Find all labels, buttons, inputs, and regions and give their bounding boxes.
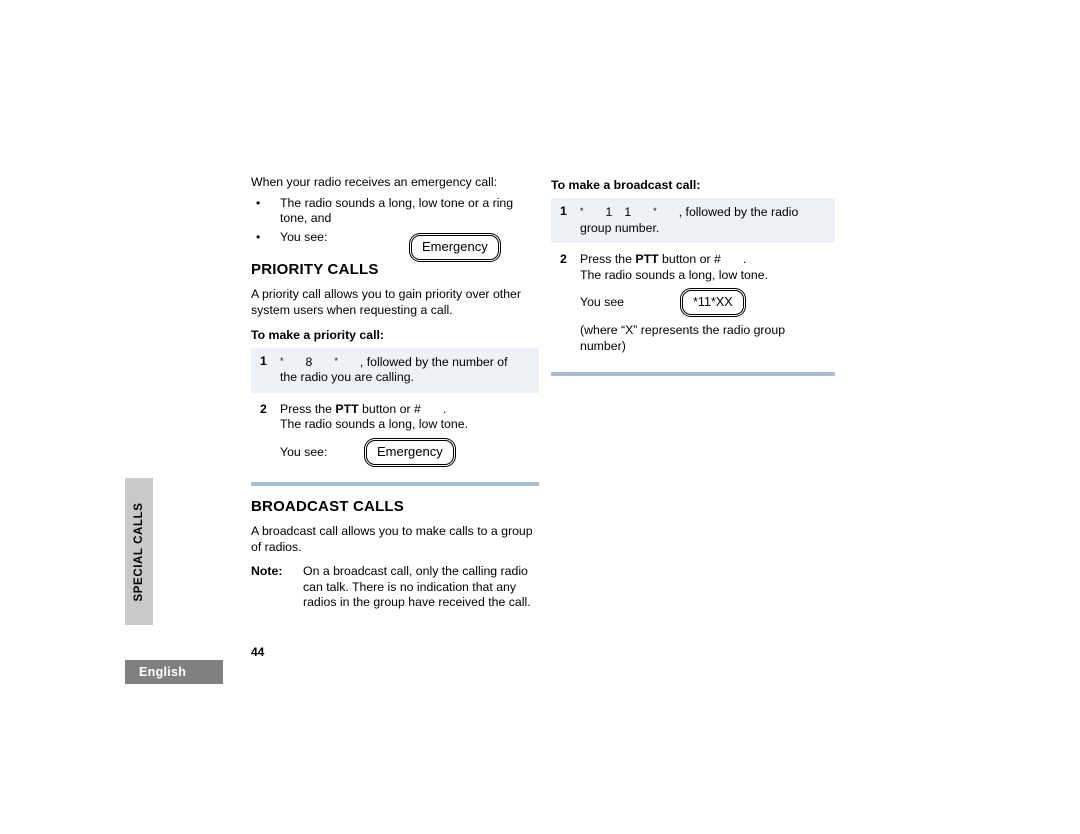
list-item-text: You see: [280, 229, 328, 244]
step-line-1: * 8 * , followed by the number of [280, 354, 535, 371]
step-line-1: Press the PTT button or #. [280, 402, 535, 418]
broadcast-calls-body: A broadcast call allows you to make call… [251, 523, 533, 554]
step-text: , followed by the number of [359, 354, 508, 369]
manual-page: SPECIAL CALLS English 44 When your radio… [0, 0, 1080, 834]
key-sequence-priority: * 8 * [280, 355, 360, 369]
key-1-second: 1 [624, 205, 632, 219]
priority-step-1: 1 * 8 * , followed by the number of the rad… [251, 347, 539, 393]
priority-calls-body: A priority call allows you to gain prior… [251, 287, 521, 317]
note-label: Note: [251, 564, 283, 579]
display-label: You see: [280, 444, 328, 459]
display-label: You see [580, 295, 624, 310]
step-text: , followed by the radio [678, 205, 799, 219]
section-divider-left [251, 481, 539, 486]
step-number: 2 [260, 401, 267, 416]
ptt-bold-label: PTT [335, 401, 359, 416]
priority-step-2: 2 Press the PTT button or #. The radio s… [251, 393, 539, 472]
left-column: When your radio receives an emergency ca… [251, 175, 539, 611]
step-number: 1 [560, 204, 567, 218]
step-text-end: . [442, 401, 447, 416]
section-divider-right [551, 371, 835, 376]
step-line-2: The radio sounds a long, low tone. [580, 267, 768, 282]
step-line-2: The radio sounds a long, low tone. [280, 417, 468, 432]
key-8: 8 [305, 354, 313, 369]
step-number: 1 [260, 353, 267, 368]
step-text-before: Press the [280, 401, 336, 416]
right-column: To make a broadcast call: 1 * 1 1 *, follow… [551, 178, 835, 376]
broadcast-call-steps-heading: To make a broadcast call: [551, 178, 701, 192]
key-sequence-broadcast: * 1 1 * [580, 205, 679, 219]
radio-display-broadcast-code: *11*XX [682, 290, 744, 316]
step-line-1: * 1 1 * , followed by the radio [580, 204, 831, 221]
page-title-broadcast-calls: BROADCAST CALLS [251, 497, 404, 515]
key-1-first: 1 [605, 205, 613, 219]
ptt-bold-label: PTT [635, 252, 659, 267]
section-tab-label: SPECIAL CALLS [133, 502, 145, 601]
note-text: On a broadcast call, only the calling ra… [303, 564, 531, 610]
section-tab-special-calls: SPECIAL CALLS [125, 478, 153, 625]
radio-display-emergency-1: Emergency [411, 235, 499, 260]
step-line-2: the radio you are calling. [280, 370, 414, 385]
broadcast-step-2: 2 Press the PTT button or #. The radio s… [551, 243, 835, 361]
key-star-icon: * [280, 355, 284, 366]
step-text-before: Press the [580, 252, 636, 267]
radio-display-emergency-2: Emergency [366, 439, 454, 465]
step-text-end: . [742, 252, 747, 267]
bullet-icon: • [256, 229, 261, 244]
list-item: • The radio sounds a long, low tone or a… [251, 196, 539, 227]
broadcast-step-1: 1 * 1 1 *, followed by the radio group numb… [551, 198, 835, 244]
step-text-after: button or # [358, 401, 421, 416]
language-tab-label: English [139, 665, 187, 679]
step-line-1: Press the PTT button or #. [580, 252, 831, 268]
priority-call-steps-heading: To make a priority call: [251, 327, 385, 342]
broadcast-display-row: You see *11*XX [580, 290, 831, 316]
broadcast-note: Note: On a broadcast call, only the call… [251, 558, 539, 611]
language-tab: English [125, 660, 223, 684]
step-line-2: group number. [580, 220, 660, 235]
page-title-priority-calls: PRIORITY CALLS [251, 261, 379, 279]
emergency-intro-text: When your radio receives an emergency ca… [251, 175, 498, 189]
key-star-icon: * [334, 355, 338, 366]
broadcast-footnote: (where “X” represents the radio group nu… [580, 323, 786, 353]
bullet-icon: • [256, 195, 261, 210]
page-number: 44 [251, 645, 265, 659]
radio-display-emergency-1-wrap: Emergency [411, 235, 499, 260]
key-star-icon: * [653, 206, 657, 216]
step-number: 2 [560, 252, 567, 267]
key-star-icon: * [580, 206, 584, 216]
list-item-text: The radio sounds a long, low tone or a r… [280, 195, 514, 226]
step-text-after: button or # [658, 252, 721, 267]
priority-display-row: You see: Emergency [280, 439, 535, 465]
